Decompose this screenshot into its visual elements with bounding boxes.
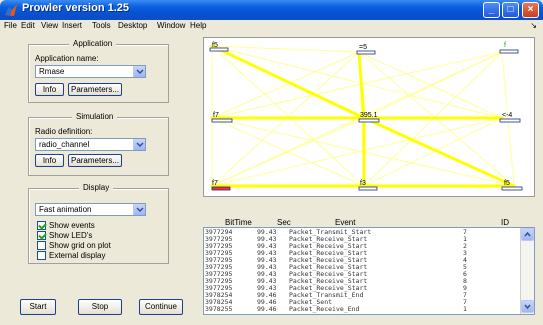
node-led bbox=[358, 186, 378, 191]
log-cell-bittime: 3978255 bbox=[205, 305, 233, 313]
log-cell-sec: 99.46 bbox=[257, 305, 277, 313]
chevron-down-icon bbox=[133, 66, 145, 77]
minimize-button[interactable]: _ bbox=[483, 2, 500, 18]
radio-definition-select[interactable]: radio_channel bbox=[35, 138, 146, 151]
display-panel: Display Fast animation Show events Show … bbox=[28, 183, 169, 264]
maximize-button[interactable]: □ bbox=[502, 2, 519, 18]
close-icon: × bbox=[527, 4, 534, 15]
log-header-id: ID bbox=[501, 218, 509, 227]
node-label: <-4 bbox=[502, 112, 512, 119]
application-parameters-button[interactable]: Parameters... bbox=[68, 83, 122, 96]
application-info-button[interactable]: Info bbox=[35, 83, 64, 96]
menu-tools[interactable]: Tools bbox=[92, 21, 111, 30]
node-led bbox=[499, 118, 521, 123]
node-label: f7 bbox=[212, 180, 218, 187]
log-header-sec: Sec bbox=[277, 218, 291, 227]
menu-edit[interactable]: Edit bbox=[21, 21, 35, 30]
chevron-down-icon bbox=[524, 304, 531, 310]
log-cell-id: 1 bbox=[463, 305, 467, 313]
menu-view[interactable]: View bbox=[41, 21, 58, 30]
menu-window[interactable]: Window bbox=[157, 21, 185, 30]
node-label: f bbox=[504, 42, 506, 49]
log-scrollbar[interactable] bbox=[520, 228, 534, 314]
simulation-panel: Simulation Radio definition: radio_chann… bbox=[28, 112, 169, 176]
simulation-panel-title: Simulation bbox=[72, 112, 118, 121]
node-label: f3 bbox=[360, 180, 366, 187]
node-led bbox=[211, 186, 231, 191]
chevron-up-icon bbox=[524, 231, 531, 237]
window-title: Prowler version 1.25 bbox=[22, 2, 129, 14]
node-label: f7 bbox=[213, 112, 219, 119]
maximize-icon: □ bbox=[507, 4, 514, 15]
node-label: f5 bbox=[504, 180, 510, 187]
node-label: =5 bbox=[359, 44, 367, 51]
show-grid-checkbox[interactable] bbox=[37, 241, 46, 250]
event-log[interactable]: 3977294 99.43 Packet_Transmit_Start 7 397729… bbox=[203, 227, 535, 315]
chevron-down-icon bbox=[133, 204, 145, 215]
menu-bar: File Edit View Insert Tools Desktop Wind… bbox=[0, 20, 543, 34]
application-panel-title: Application bbox=[69, 39, 117, 48]
external-display-label: External display bbox=[49, 251, 106, 260]
node-led bbox=[499, 49, 519, 54]
display-mode-select[interactable]: Fast animation bbox=[35, 203, 146, 216]
application-panel: Application Application name: Rmase Info… bbox=[28, 39, 169, 103]
external-display-checkbox[interactable] bbox=[37, 251, 46, 260]
scroll-down-button[interactable] bbox=[521, 300, 534, 313]
log-cell-event: Packet_Receive_End bbox=[289, 305, 360, 313]
display-mode-value: Fast animation bbox=[39, 205, 92, 214]
minimize-icon: _ bbox=[488, 4, 495, 15]
show-grid-label: Show grid on plot bbox=[49, 241, 111, 250]
start-button[interactable]: Start bbox=[20, 299, 56, 315]
continue-button[interactable]: Continue bbox=[139, 299, 183, 315]
simulation-parameters-button[interactable]: Parameters... bbox=[68, 154, 122, 167]
node-label: f5 bbox=[212, 42, 218, 49]
scroll-up-button[interactable] bbox=[521, 228, 534, 241]
close-button[interactable]: × bbox=[522, 2, 539, 18]
radio-definition-label: Radio definition: bbox=[35, 127, 93, 136]
title-bar: Prowler version 1.25 _ □ × bbox=[0, 0, 543, 20]
simulation-info-button[interactable]: Info bbox=[35, 154, 64, 167]
node-led bbox=[501, 186, 523, 191]
show-events-label: Show events bbox=[49, 221, 95, 230]
menu-help[interactable]: Help bbox=[190, 21, 206, 30]
menu-desktop[interactable]: Desktop bbox=[118, 21, 147, 30]
radio-definition-value: radio_channel bbox=[39, 140, 90, 149]
show-events-checkbox[interactable] bbox=[37, 221, 46, 230]
application-select-value: Rmase bbox=[39, 67, 65, 76]
matlab-icon bbox=[5, 4, 17, 16]
show-leds-checkbox[interactable] bbox=[37, 231, 46, 240]
dock-arrow-icon[interactable]: ↘ bbox=[530, 21, 537, 30]
stop-button[interactable]: Stop bbox=[78, 299, 122, 315]
node-led bbox=[356, 50, 376, 55]
node-label: 395.1 bbox=[360, 112, 378, 119]
menu-file[interactable]: File bbox=[4, 21, 17, 30]
node-led bbox=[358, 118, 380, 123]
application-name-label: Application name: bbox=[35, 54, 99, 63]
show-leds-label: Show LED's bbox=[49, 231, 93, 240]
menu-insert[interactable]: Insert bbox=[62, 21, 82, 30]
display-panel-title: Display bbox=[79, 183, 114, 192]
log-header-bittime: BitTime bbox=[225, 218, 252, 227]
node-led bbox=[211, 118, 233, 123]
log-header-event: Event bbox=[335, 218, 356, 227]
application-select[interactable]: Rmase bbox=[35, 65, 146, 78]
network-plot-svg: f5 =5 f f7 395.1 <-4 f7 f3 f5 bbox=[209, 42, 523, 191]
chevron-down-icon bbox=[133, 139, 145, 150]
network-plot: f5 =5 f f7 395.1 <-4 f7 f3 f5 bbox=[203, 37, 535, 197]
